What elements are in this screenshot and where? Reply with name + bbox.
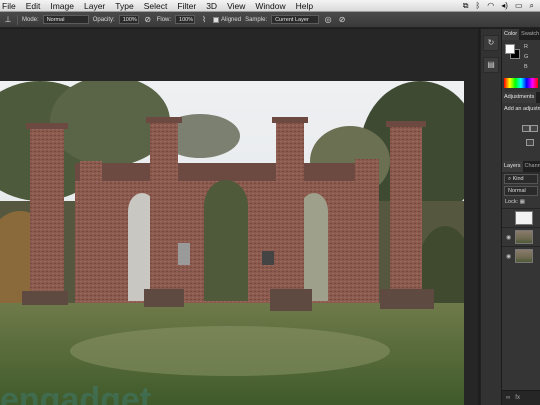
aligned-label: Aligned — [221, 16, 242, 23]
lock-icon[interactable]: ▦ — [520, 199, 525, 205]
properties-icon[interactable]: ▤ — [483, 57, 499, 73]
opacity-field[interactable]: 100% — [118, 15, 139, 24]
layer-filter-kind[interactable]: ⌕ Kind — [504, 174, 538, 184]
kind-label: Kind — [512, 176, 524, 182]
blue-label: B — [524, 64, 528, 70]
menu-layer[interactable]: Layer — [79, 0, 110, 12]
adjustments-tab-bar: Adjustments — [502, 92, 540, 103]
ruins-photo: engadget — [0, 81, 464, 405]
mac-menubar: File Edit Image Layer Type Select Filter… — [0, 0, 540, 12]
fx-button[interactable]: fx — [515, 395, 520, 401]
menu-file[interactable]: File — [0, 0, 21, 12]
menu-window[interactable]: Window — [250, 0, 290, 12]
layers-panel-tabs: Layers Channels — [502, 161, 540, 172]
layer-row[interactable] — [502, 208, 540, 227]
menubar-status-area: ⧉ ᛒ ◠ ◂) ▭ ⌕ — [463, 0, 540, 12]
tab-channels[interactable]: Channels — [523, 161, 540, 172]
lock-row: Lock: ▦ — [502, 196, 540, 208]
search-icon[interactable]: ⌕ — [530, 0, 534, 12]
airbrush-icon[interactable]: ⌇ — [199, 15, 209, 25]
history-icon[interactable]: ↻ — [483, 35, 499, 51]
ignore-adjustment-icon[interactable]: ◎ — [323, 15, 333, 25]
hue-adjustment-icon[interactable] — [526, 139, 534, 146]
levels-adjustment-icon[interactable] — [522, 125, 530, 132]
document-area: engadget — [0, 29, 478, 405]
menu-filter[interactable]: Filter — [172, 0, 201, 12]
layer-thumbnail — [515, 230, 533, 244]
menu-image[interactable]: Image — [45, 0, 79, 12]
wifi-icon[interactable]: ◠ — [487, 0, 494, 12]
color-panel-tabs: Color Swatch — [502, 29, 540, 40]
mode-label: Mode: — [22, 16, 39, 23]
adjustments-title: Add an adjustment — [504, 106, 540, 112]
visibility-eye-icon[interactable]: ◉ — [506, 253, 512, 260]
opacity-label: Opacity: — [92, 16, 115, 23]
menu-type[interactable]: Type — [110, 0, 138, 12]
menu-help[interactable]: Help — [291, 0, 318, 12]
tool-options-bar: ⊥ Mode: Normal Opacity: 100% ⊘ Flow: 100… — [0, 12, 540, 28]
flow-field[interactable]: 100% — [175, 15, 196, 24]
tab-adjustments[interactable]: Adjustments — [502, 92, 537, 103]
layer-thumbnail — [515, 249, 533, 263]
tab-layers[interactable]: Layers — [502, 161, 523, 172]
mode-select[interactable]: Normal — [42, 15, 89, 24]
panel-icon-column: ↻ ▤ — [480, 29, 502, 405]
menu-view[interactable]: View — [222, 0, 250, 12]
sample-select[interactable]: Current Layer — [271, 15, 320, 24]
clone-icon[interactable]: ⧉ — [463, 0, 469, 12]
menu-select[interactable]: Select — [139, 0, 173, 12]
layer-thumbnail — [515, 211, 533, 225]
blend-mode-select[interactable]: Normal — [504, 186, 538, 196]
divider — [17, 14, 18, 25]
adjustments-panel: Add an adjustment — [502, 103, 540, 161]
tab-swatches[interactable]: Swatch — [519, 29, 540, 40]
checkbox-icon — [213, 16, 220, 23]
color-panel: R G B — [502, 40, 540, 92]
document-canvas[interactable]: engadget — [0, 81, 464, 405]
layer-row[interactable]: ◉ — [502, 246, 540, 265]
menu-3d[interactable]: 3D — [201, 0, 222, 12]
sample-label: Sample: — [245, 16, 268, 23]
pressure-opacity-icon[interactable]: ⊘ — [143, 15, 153, 25]
flow-label: Flow: — [156, 16, 172, 23]
tab-color[interactable]: Color — [502, 29, 520, 40]
clone-stamp-icon[interactable]: ⊥ — [3, 15, 13, 25]
panel-dock: Color Swatch R G B Adjustments Add an ad… — [502, 29, 540, 405]
layer-row[interactable]: ◉ — [502, 227, 540, 246]
color-spectrum-bar[interactable] — [504, 78, 538, 88]
bluetooth-icon[interactable]: ᛒ — [475, 0, 480, 12]
green-label: G — [524, 54, 529, 60]
layers-panel: ⌕ Kind Normal Lock: ▦ ◉ ◉ — [502, 174, 540, 405]
visibility-eye-icon[interactable]: ◉ — [506, 234, 512, 241]
curves-adjustment-icon[interactable] — [530, 125, 538, 132]
menu-edit[interactable]: Edit — [21, 0, 46, 12]
layers-footer: ∞ fx — [502, 390, 540, 405]
aligned-checkbox[interactable]: Aligned — [213, 16, 242, 23]
volume-icon[interactable]: ◂) — [501, 0, 508, 12]
foreground-color-swatch[interactable] — [505, 44, 515, 54]
red-label: R — [524, 44, 528, 50]
pressure-size-icon[interactable]: ⊘ — [337, 15, 347, 25]
battery-icon[interactable]: ▭ — [515, 0, 523, 12]
svg-text:engadget: engadget — [0, 381, 151, 405]
link-layers-icon[interactable]: ∞ — [506, 395, 510, 401]
lock-label: Lock: — [505, 199, 519, 205]
